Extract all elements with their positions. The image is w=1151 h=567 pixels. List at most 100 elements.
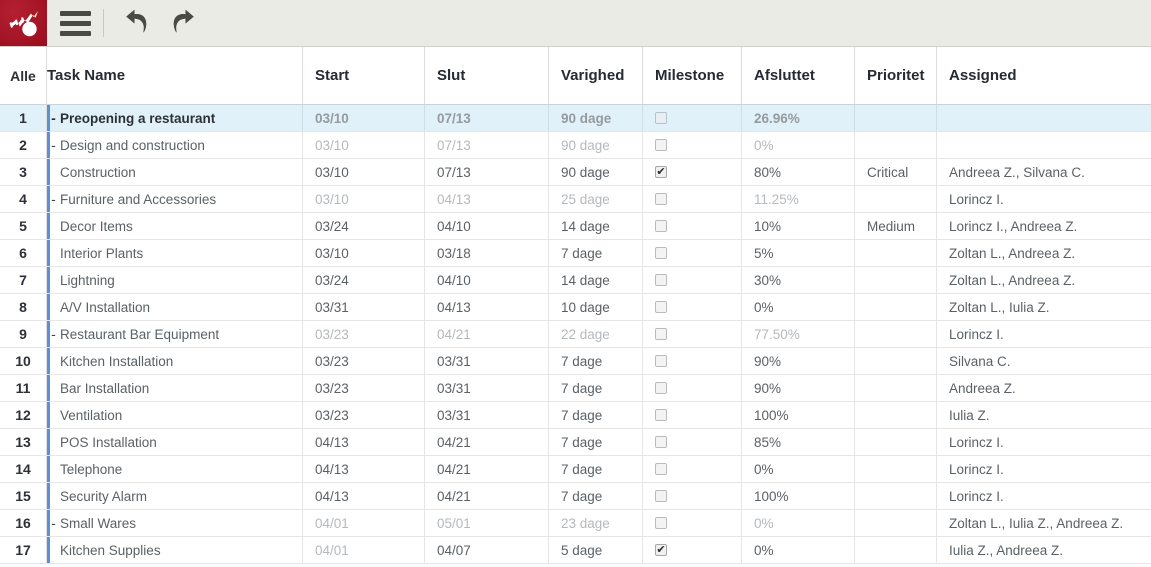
- checkbox-icon[interactable]: ✔: [655, 193, 667, 205]
- column-header-alle[interactable]: Alle: [0, 47, 47, 104]
- checkbox-icon[interactable]: ✔: [655, 382, 667, 394]
- milestone-cell[interactable]: ✔: [643, 402, 742, 428]
- assigned-cell[interactable]: Lorincz I., Andreea Z.: [937, 213, 1151, 239]
- task-name-cell[interactable]: POS Installation: [47, 429, 303, 455]
- start-cell[interactable]: 03/24: [303, 213, 425, 239]
- slut-cell[interactable]: 04/07: [425, 537, 549, 563]
- start-cell[interactable]: 03/10: [303, 105, 425, 131]
- varighed-cell[interactable]: 10 dage: [549, 294, 643, 320]
- afsluttet-cell[interactable]: 30%: [742, 267, 855, 293]
- start-cell[interactable]: 03/10: [303, 159, 425, 185]
- column-header-afsluttet[interactable]: Afsluttet: [742, 47, 855, 104]
- table-row[interactable]: 12 Ventilation 03/23 03/31 7 dage ✔ 100% Iulia …: [0, 402, 1151, 429]
- task-name-cell[interactable]: Interior Plants: [47, 240, 303, 266]
- start-cell[interactable]: 03/10: [303, 186, 425, 212]
- menu-button[interactable]: [47, 0, 103, 46]
- prioritet-cell[interactable]: [855, 294, 937, 320]
- milestone-cell[interactable]: ✔: [643, 132, 742, 158]
- table-row[interactable]: 6 Interior Plants 03/10 03/18 7 dage ✔ 5% Zolta…: [0, 240, 1151, 267]
- slut-cell[interactable]: 07/13: [425, 159, 549, 185]
- checkbox-icon[interactable]: ✔: [655, 490, 667, 502]
- assigned-cell[interactable]: Lorincz I.: [937, 186, 1151, 212]
- table-row[interactable]: 2- Design and construction 03/10 07/13 90 da…: [0, 132, 1151, 159]
- assigned-cell[interactable]: Iulia Z.: [937, 402, 1151, 428]
- milestone-cell[interactable]: ✔: [643, 267, 742, 293]
- start-cell[interactable]: 04/01: [303, 510, 425, 536]
- afsluttet-cell[interactable]: 100%: [742, 402, 855, 428]
- column-header-assigned[interactable]: Assigned: [937, 47, 1151, 104]
- checkbox-icon[interactable]: ✔: [655, 247, 667, 259]
- prioritet-cell[interactable]: [855, 267, 937, 293]
- column-header-task[interactable]: Task Name: [47, 47, 303, 104]
- checkbox-icon[interactable]: ✔: [655, 517, 667, 529]
- varighed-cell[interactable]: 14 dage: [549, 267, 643, 293]
- milestone-cell[interactable]: ✔: [643, 159, 742, 185]
- table-row[interactable]: 5 Decor Items 03/24 04/10 14 dage ✔ 10% Medium L…: [0, 213, 1151, 240]
- assigned-cell[interactable]: Lorincz I.: [937, 429, 1151, 455]
- milestone-cell[interactable]: ✔: [643, 240, 742, 266]
- checkbox-icon[interactable]: ✔: [655, 409, 667, 421]
- start-cell[interactable]: 03/24: [303, 267, 425, 293]
- slut-cell[interactable]: 07/13: [425, 105, 549, 131]
- afsluttet-cell[interactable]: 90%: [742, 348, 855, 374]
- afsluttet-cell[interactable]: 26.96%: [742, 105, 855, 131]
- milestone-cell[interactable]: ✔: [643, 483, 742, 509]
- varighed-cell[interactable]: 5 dage: [549, 537, 643, 563]
- task-name-cell[interactable]: Construction: [47, 159, 303, 185]
- slut-cell[interactable]: 04/13: [425, 294, 549, 320]
- afsluttet-cell[interactable]: 5%: [742, 240, 855, 266]
- task-name-cell[interactable]: Kitchen Supplies: [47, 537, 303, 563]
- prioritet-cell[interactable]: [855, 402, 937, 428]
- checkbox-icon[interactable]: ✔: [655, 112, 667, 124]
- afsluttet-cell[interactable]: 10%: [742, 213, 855, 239]
- prioritet-cell[interactable]: [855, 240, 937, 266]
- table-row[interactable]: 3 Construction 03/10 07/13 90 dage ✔ 80% Critic…: [0, 159, 1151, 186]
- afsluttet-cell[interactable]: 100%: [742, 483, 855, 509]
- prioritet-cell[interactable]: [855, 429, 937, 455]
- prioritet-cell[interactable]: [855, 186, 937, 212]
- checkbox-checked-icon[interactable]: ✔: [655, 544, 667, 556]
- table-row[interactable]: 11 Bar Installation 03/23 03/31 7 dage ✔ 90% An…: [0, 375, 1151, 402]
- assigned-cell[interactable]: Silvana C.: [937, 348, 1151, 374]
- prioritet-cell[interactable]: Medium: [855, 213, 937, 239]
- assigned-cell[interactable]: Andreea Z., Silvana C.: [937, 159, 1151, 185]
- assigned-cell[interactable]: Zoltan L., Andreea Z.: [937, 267, 1151, 293]
- milestone-cell[interactable]: ✔: [643, 429, 742, 455]
- afsluttet-cell[interactable]: 77.50%: [742, 321, 855, 347]
- table-row[interactable]: 8 A/V Installation 03/31 04/13 10 dage ✔ 0% Zol…: [0, 294, 1151, 321]
- prioritet-cell[interactable]: [855, 348, 937, 374]
- assigned-cell[interactable]: [937, 132, 1151, 158]
- varighed-cell[interactable]: 14 dage: [549, 213, 643, 239]
- table-row[interactable]: 1- Preopening a restaurant 03/10 07/13 90 da…: [0, 105, 1151, 132]
- slut-cell[interactable]: 03/31: [425, 348, 549, 374]
- table-row[interactable]: 15 Security Alarm 04/13 04/21 7 dage ✔ 100% Lor…: [0, 483, 1151, 510]
- task-name-cell[interactable]: - Preopening a restaurant: [47, 105, 303, 131]
- slut-cell[interactable]: 03/18: [425, 240, 549, 266]
- start-cell[interactable]: 04/13: [303, 456, 425, 482]
- table-row[interactable]: 14 Telephone 04/13 04/21 7 dage ✔ 0% Lorincz I.: [0, 456, 1151, 483]
- task-name-cell[interactable]: - Restaurant Bar Equipment: [47, 321, 303, 347]
- start-cell[interactable]: 04/13: [303, 483, 425, 509]
- milestone-cell[interactable]: ✔: [643, 456, 742, 482]
- checkbox-icon[interactable]: ✔: [655, 220, 667, 232]
- milestone-cell[interactable]: ✔: [643, 105, 742, 131]
- checkbox-icon[interactable]: ✔: [655, 355, 667, 367]
- varighed-cell[interactable]: 90 dage: [549, 105, 643, 131]
- assigned-cell[interactable]: Lorincz I.: [937, 483, 1151, 509]
- column-header-varighed[interactable]: Varighed: [549, 47, 643, 104]
- varighed-cell[interactable]: 7 dage: [549, 483, 643, 509]
- table-row[interactable]: 13 POS Installation 04/13 04/21 7 dage ✔ 85% Lo…: [0, 429, 1151, 456]
- task-name-cell[interactable]: - Small Wares: [47, 510, 303, 536]
- assigned-cell[interactable]: Andreea Z.: [937, 375, 1151, 401]
- prioritet-cell[interactable]: [855, 456, 937, 482]
- task-name-cell[interactable]: Decor Items: [47, 213, 303, 239]
- start-cell[interactable]: 03/23: [303, 321, 425, 347]
- varighed-cell[interactable]: 7 dage: [549, 375, 643, 401]
- milestone-cell[interactable]: ✔: [643, 294, 742, 320]
- slut-cell[interactable]: 03/31: [425, 402, 549, 428]
- slut-cell[interactable]: 05/01: [425, 510, 549, 536]
- table-row[interactable]: 9- Restaurant Bar Equipment 03/23 04/21 22 d…: [0, 321, 1151, 348]
- slut-cell[interactable]: 07/13: [425, 132, 549, 158]
- assigned-cell[interactable]: Zoltan L., Iulia Z., Andreea Z.: [937, 510, 1151, 536]
- checkbox-icon[interactable]: ✔: [655, 436, 667, 448]
